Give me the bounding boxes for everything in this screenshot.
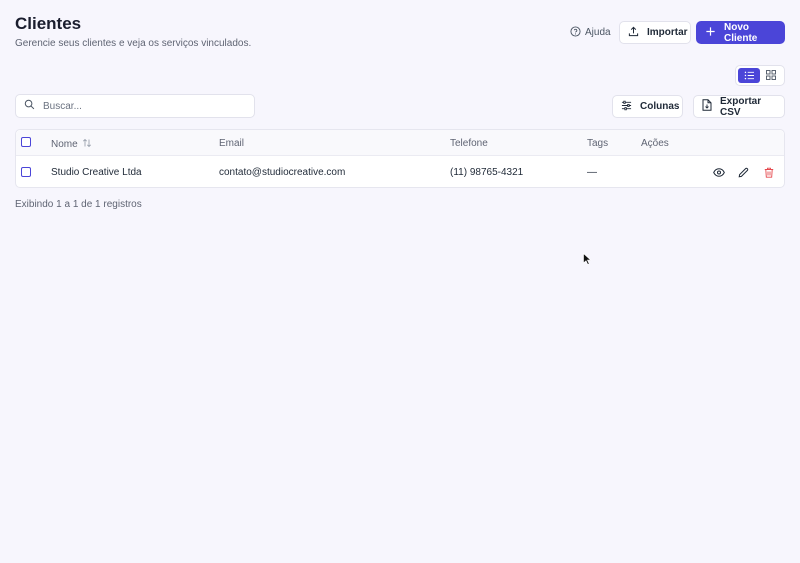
help-button[interactable]: Ajuda <box>566 22 615 43</box>
pagination-summary: Exibindo 1 a 1 de 1 registros <box>15 199 142 210</box>
row-checkbox[interactable] <box>21 167 31 177</box>
file-download-icon <box>702 99 712 114</box>
row-actions <box>711 165 776 179</box>
sliders-icon <box>621 100 632 114</box>
export-label: Exportar CSV <box>720 95 762 118</box>
clients-table: Nome Email Telefone Tags Ações Studio Cr… <box>15 129 785 188</box>
client-phone: (11) 98765-4321 <box>450 167 524 178</box>
mouse-cursor-icon <box>583 252 592 270</box>
import-label: Importar <box>647 27 688 38</box>
columns-label: Colunas <box>640 101 680 112</box>
view-icon[interactable] <box>711 165 726 179</box>
plus-icon <box>705 26 716 40</box>
new-client-label: Novo Cliente <box>724 21 758 44</box>
client-tags: — <box>587 167 597 178</box>
export-csv-button[interactable]: Exportar CSV <box>693 95 785 118</box>
sort-icon <box>82 138 92 151</box>
page-title: Clientes <box>15 14 82 33</box>
column-header-label: Nome <box>51 139 78 150</box>
page-subtitle: Gerencie seus clientes e veja os serviço… <box>15 38 252 49</box>
view-mode-toggle <box>735 65 785 86</box>
grid-icon <box>766 67 776 85</box>
column-header-telefone: Telefone <box>450 138 488 149</box>
column-header-nome[interactable]: Nome <box>51 138 92 151</box>
search-input[interactable] <box>43 100 233 112</box>
client-email: contato@studiocreative.com <box>219 167 346 178</box>
help-circle-icon <box>570 25 581 40</box>
search-box <box>15 94 255 118</box>
upload-icon <box>628 26 639 40</box>
search-icon <box>24 97 35 115</box>
client-name: Studio Creative Ltda <box>51 167 142 178</box>
grid-view-button[interactable] <box>760 68 782 83</box>
import-button[interactable]: Importar <box>619 21 691 44</box>
list-icon <box>744 67 755 85</box>
new-client-button[interactable]: Novo Cliente <box>696 21 785 44</box>
column-header-tags: Tags <box>587 138 609 149</box>
column-header-email: Email <box>219 138 245 149</box>
help-label: Ajuda <box>585 27 611 38</box>
table-header: Nome Email Telefone Tags Ações <box>16 130 784 156</box>
column-header-acoes: Ações <box>641 138 669 149</box>
list-view-button[interactable] <box>738 68 760 83</box>
select-all-checkbox[interactable] <box>21 137 31 147</box>
delete-trash-icon[interactable] <box>761 165 776 179</box>
columns-button[interactable]: Colunas <box>612 95 683 118</box>
edit-pencil-icon[interactable] <box>736 165 751 179</box>
